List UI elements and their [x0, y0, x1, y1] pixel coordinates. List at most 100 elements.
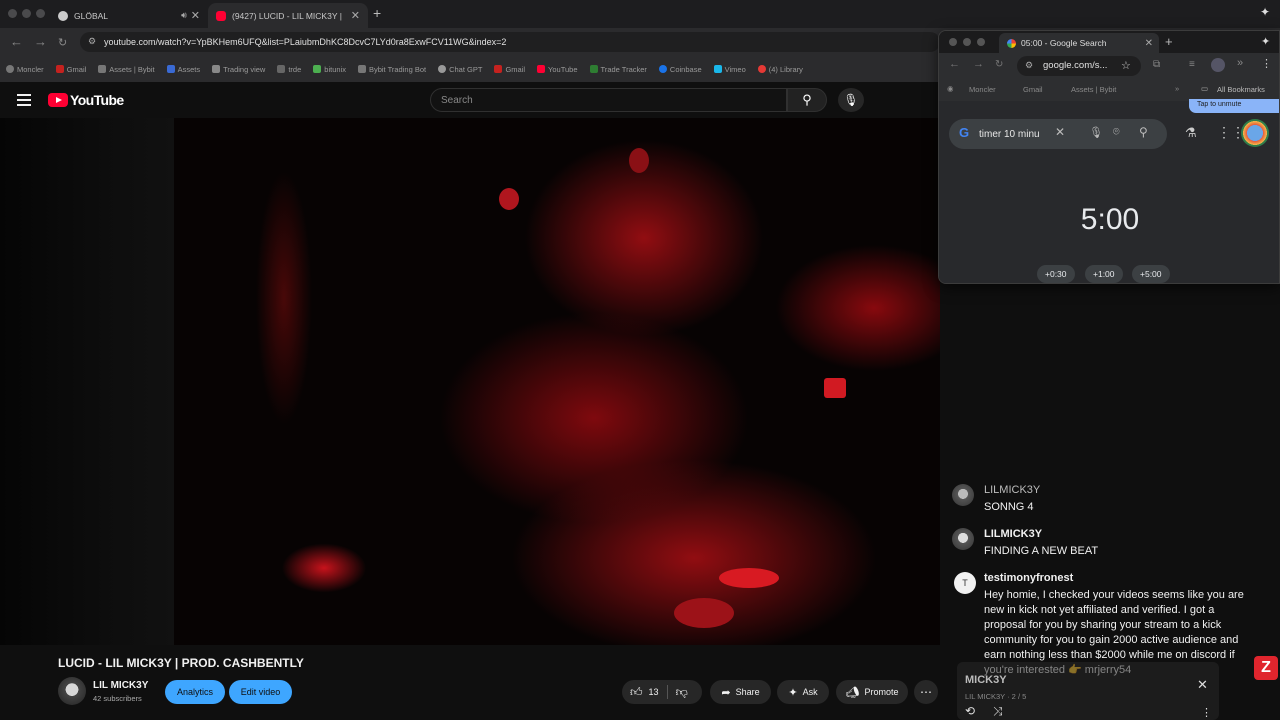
bookmark-item[interactable]: YouTube [537, 65, 578, 74]
new-tab-button[interactable]: + [373, 5, 381, 21]
bookmark-item[interactable]: Moncler [6, 65, 44, 74]
shuffle-icon[interactable]: ⤨ [993, 704, 1003, 719]
search-input[interactable]: Search [430, 88, 787, 112]
bookmark-item[interactable]: Trading view [212, 65, 265, 74]
extension-icon[interactable]: ⧉ [1153, 59, 1160, 70]
speaker-icon[interactable]: 🔊︎ [181, 10, 187, 21]
bookmark-item[interactable]: (4) Library [757, 65, 803, 74]
more-actions-button[interactable]: ⋯ [914, 680, 938, 704]
thumbs-up-icon[interactable]: 👍︎ [630, 685, 643, 700]
edit-video-button[interactable]: Edit video [229, 680, 292, 704]
bookmark-item[interactable]: Assets | Bybit [98, 65, 155, 74]
chat-avatar [952, 484, 974, 506]
bookmark-item[interactable]: Moncler [969, 85, 996, 94]
microphone-icon[interactable]: 🎙︎ [1089, 126, 1103, 139]
labs-flask-icon[interactable]: ⚗ [1185, 125, 1197, 141]
all-bookmarks-link[interactable]: All Bookmarks [1217, 85, 1265, 94]
site-info-icon[interactable]: ⚙ [1025, 60, 1033, 71]
tab-title: GLÖBAL [74, 10, 109, 21]
tab-lucid[interactable]: (9427) LUCID - LIL MICK3Y | ✕ [208, 3, 368, 28]
video-frame[interactable] [174, 118, 940, 645]
search-icon: ⚲ [802, 92, 812, 107]
close-icon[interactable]: ✕ [351, 9, 360, 22]
star-icon[interactable]: ☆ [1121, 59, 1131, 72]
bookmark-item[interactable]: Gmail [55, 65, 86, 74]
voice-search-button[interactable]: 🎙︎ [838, 88, 864, 112]
new-tab-button[interactable]: + [1165, 34, 1173, 49]
kebab-menu-icon[interactable]: ⋮ [1261, 57, 1272, 70]
clear-icon[interactable]: ✕ [1055, 125, 1065, 139]
bookmark-item[interactable]: Gmail [494, 65, 525, 74]
google-icon [1007, 38, 1016, 48]
window-close-dot[interactable] [8, 9, 17, 18]
promote-button[interactable]: 📣︎ Promote [836, 680, 908, 704]
hamburger-menu-icon[interactable] [17, 94, 31, 109]
back-icon[interactable]: ← [10, 34, 23, 49]
reload-icon[interactable]: ↻ [995, 59, 1003, 70]
google-account-avatar[interactable] [1241, 119, 1269, 147]
channel-name[interactable]: LIL MICK3Y [93, 680, 148, 691]
site-info-icon[interactable]: ⚙ [88, 36, 96, 47]
kebab-menu-icon[interactable]: ⋮ [1201, 706, 1212, 719]
google-search-input[interactable]: G timer 10 minu ✕ 🎙︎ ⌾ ⚲ [949, 119, 1167, 149]
add-5min-button[interactable]: +5:00 [1132, 265, 1170, 283]
tab-global[interactable]: GLÖBAL 🔊︎ ✕ [50, 3, 208, 28]
window-zoom-dot[interactable] [36, 9, 45, 18]
chat-avatar: T [954, 572, 976, 594]
google-address-toolbar: ← → ↻ ⚙ google.com/s... ☆ ⧉ ≡ » ⋮ [939, 53, 1279, 79]
bookmark-item[interactable]: bitunix [313, 65, 346, 74]
channel-avatar[interactable] [58, 677, 86, 705]
bookmark-item[interactable]: Assets [166, 65, 200, 74]
add-30s-button[interactable]: +0:30 [1037, 265, 1075, 283]
close-icon[interactable]: ✕ [191, 9, 200, 22]
like-count: 13 [648, 687, 659, 697]
chat-username: LILMICK3Y [984, 484, 1041, 496]
analytics-button[interactable]: Analytics [165, 680, 225, 704]
add-1min-button[interactable]: +1:00 [1085, 265, 1123, 283]
bookmark-item[interactable]: Gmail [1023, 85, 1043, 94]
window-zoom-dot[interactable] [977, 38, 985, 46]
chevron-right-icon[interactable]: » [1237, 57, 1243, 69]
unmute-hint[interactable]: Tap to unmute [1189, 99, 1279, 113]
filter-icon[interactable]: ≡ [1189, 59, 1195, 70]
thumbs-down-icon[interactable]: 👎︎ [676, 685, 688, 700]
bookmark-item[interactable]: Coinbase [658, 65, 702, 74]
search-button[interactable]: ⚲ [787, 88, 827, 112]
forward-icon[interactable]: → [973, 58, 984, 70]
chevron-right-icon[interactable]: » [1175, 84, 1179, 93]
google-tab[interactable]: 05:00 - Google Search ✕ [999, 33, 1159, 53]
close-icon[interactable]: ✕ [1197, 677, 1208, 693]
gemini-icon[interactable]: ✦ [1260, 5, 1270, 19]
window-close-dot[interactable] [949, 38, 957, 46]
bookmark-item[interactable]: trde [277, 65, 301, 74]
video-highlight [674, 598, 734, 628]
forward-icon[interactable]: → [34, 34, 47, 49]
bookmark-item[interactable]: Chat GPT [438, 65, 482, 74]
bookmark-item[interactable]: Bybit Trading Bot [357, 65, 426, 74]
gemini-icon[interactable]: ✦ [1261, 35, 1270, 48]
url-field[interactable]: ⚙ youtube.com/watch?v=YpBKHem6UFQ&list=P… [80, 32, 940, 52]
reload-icon[interactable]: ↻ [58, 36, 67, 49]
youtube-logo-icon[interactable] [48, 93, 68, 107]
apps-icon[interactable]: ◉ [947, 84, 954, 93]
youtube-logo-text[interactable]: YouTube [70, 92, 124, 108]
bookmark-item[interactable]: Vimeo [713, 65, 746, 74]
close-icon[interactable]: ✕ [1145, 38, 1153, 49]
window-minimize-dot[interactable] [22, 9, 31, 18]
share-button[interactable]: ➦ Share [710, 680, 771, 704]
megaphone-icon: 📣︎ [845, 686, 860, 699]
mini-player-card[interactable]: MICK3Y LIL MICK3Y · 2 / 5 ✕ ⟲ ⤨ ⋮ [957, 662, 1219, 720]
profile-avatar[interactable] [1211, 58, 1225, 72]
lens-icon[interactable]: ⌾ [1113, 126, 1120, 139]
google-url-field[interactable]: ⚙ google.com/s... ☆ [1017, 56, 1141, 76]
kick-logo-icon[interactable]: Z [1254, 656, 1278, 680]
bookmark-item[interactable]: Trade Tracker [589, 65, 647, 74]
search-icon[interactable]: ⚲ [1139, 125, 1148, 139]
video-player[interactable] [0, 118, 940, 645]
repeat-icon[interactable]: ⟲ [965, 704, 975, 718]
video-highlight [499, 188, 519, 210]
ask-button[interactable]: ✦ Ask [777, 680, 829, 704]
window-minimize-dot[interactable] [963, 38, 971, 46]
bookmark-item[interactable]: Assets | Bybit [1071, 85, 1116, 94]
back-icon[interactable]: ← [949, 58, 960, 70]
